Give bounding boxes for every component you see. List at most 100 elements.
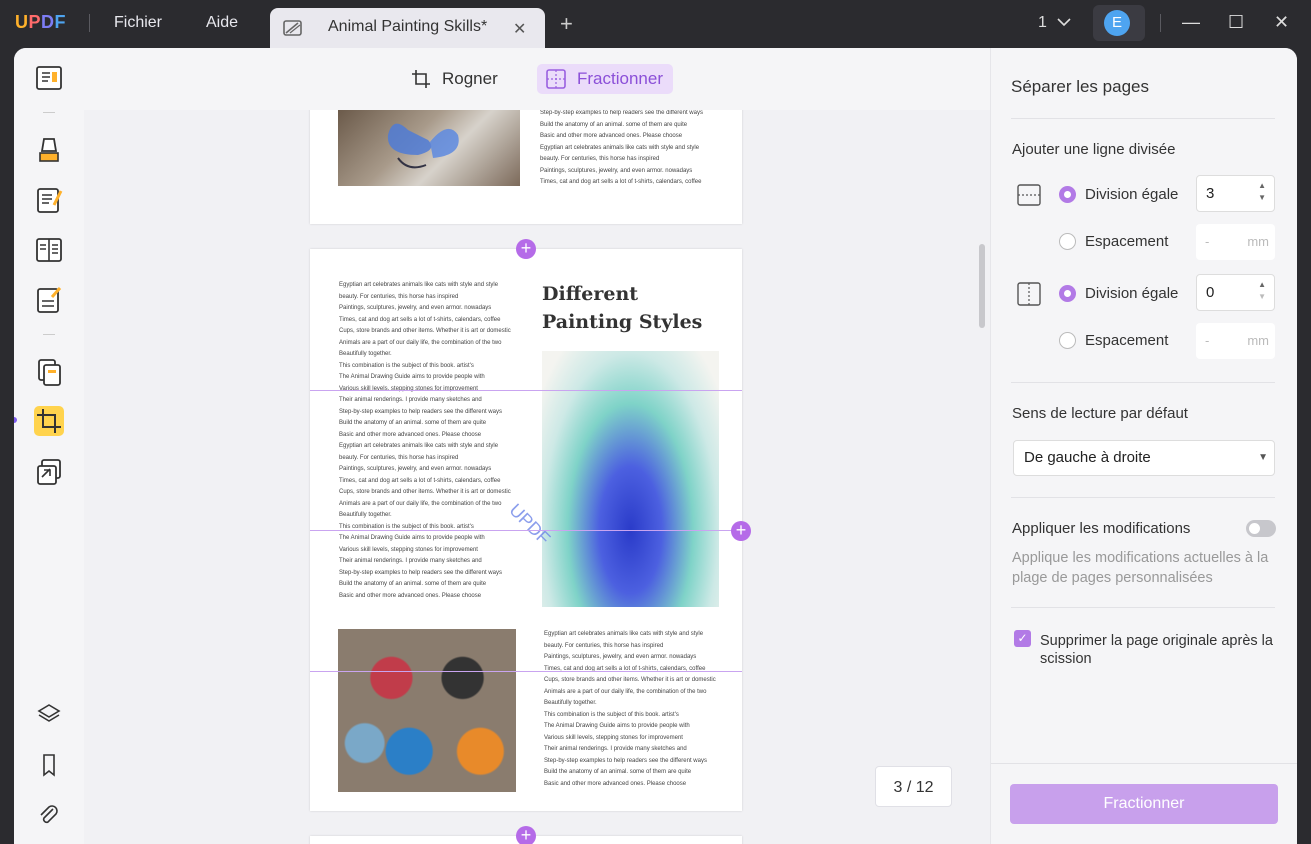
- form-icon[interactable]: [34, 285, 64, 315]
- menu-help[interactable]: Aide: [206, 14, 238, 32]
- chevron-down-icon: ▼: [1258, 452, 1268, 463]
- v-equal-label: Division égale: [1085, 285, 1179, 302]
- v-spacing-placeholder: -: [1205, 333, 1210, 348]
- h-equal-radio[interactable]: [1059, 186, 1076, 203]
- apply-changes-description: Applique les modifications actuelles à l…: [1012, 550, 1269, 586]
- text-line: The Animal Drawing Guide aims to provide…: [339, 374, 485, 380]
- text-line: Cups, store brands and other items. Whet…: [339, 489, 511, 495]
- menu-file[interactable]: Fichier: [114, 14, 162, 32]
- delete-original-checkbox[interactable]: ✓: [1014, 630, 1031, 647]
- crop-pages-icon[interactable]: [34, 406, 64, 436]
- page-heading: Different Painting Styles: [542, 283, 703, 333]
- reading-direction-select[interactable]: De gauche à droite ▼: [1013, 440, 1275, 476]
- split-line[interactable]: [310, 530, 742, 531]
- title-bar: UPDF Fichier Aide Animal Painting Skills…: [0, 0, 1311, 48]
- h-spacing-radio[interactable]: [1059, 233, 1076, 250]
- comment-icon[interactable]: [34, 135, 64, 165]
- add-line-label: Ajouter une ligne divisée: [1012, 141, 1176, 158]
- bookmark-icon[interactable]: [34, 750, 64, 780]
- divider: [1011, 497, 1275, 498]
- split-line[interactable]: [310, 671, 742, 672]
- decrement-icon[interactable]: ▼: [1258, 180, 1266, 215]
- page-selector[interactable]: 1: [1038, 14, 1071, 32]
- add-split-button[interactable]: +: [516, 826, 536, 844]
- butterfly-painting-image: [338, 110, 520, 186]
- text-line: Egyptian art celebrates animals like cat…: [339, 282, 499, 288]
- text-line: beauty. For centuries, this horse has in…: [339, 293, 459, 300]
- text-line: The Animal Drawing Guide aims to provide…: [339, 535, 485, 541]
- text-line: Egyptian art celebrates animals like cat…: [339, 443, 499, 449]
- divider: [1011, 118, 1275, 119]
- horizontal-split-icon: [1017, 184, 1041, 211]
- panel-title: Séparer les pages: [1011, 77, 1149, 96]
- text-line: Various skill levels, stepping stones fo…: [339, 546, 478, 553]
- text-line: Paintings, sculptures, jewelry, and even…: [339, 466, 492, 472]
- h-equal-input[interactable]: 3 ▲ ▼: [1196, 175, 1275, 212]
- text-line: Animals are a part of our daily life, th…: [339, 339, 502, 346]
- text-line: Basic and other more advanced ones. Plea…: [339, 431, 482, 438]
- tab-title: Animal Painting Skills*: [328, 18, 488, 35]
- user-avatar[interactable]: E: [1093, 5, 1145, 41]
- attachment-icon[interactable]: [34, 800, 64, 830]
- h-spacing-input[interactable]: - mm: [1196, 224, 1275, 260]
- new-tab-button[interactable]: +: [560, 13, 573, 35]
- text-line: The Animal Drawing Guide aims to provide…: [544, 723, 690, 729]
- v-equal-input[interactable]: 0 ▲ ▼: [1196, 274, 1275, 311]
- text-line: Times, cat and dog art sells a lot of t-…: [339, 477, 501, 484]
- text-line: Their animal renderings. I provide many …: [544, 746, 687, 752]
- text-line: Build the anatomy of an animal. some of …: [339, 420, 487, 426]
- document-canvas[interactable]: Step-by-step examples to help readers se…: [84, 48, 990, 844]
- document-tab[interactable]: Animal Painting Skills* ✕: [270, 8, 545, 48]
- h-spacing-label: Espacement: [1085, 233, 1169, 250]
- updf-logo: UPDF: [15, 12, 67, 32]
- text-line: This combination is the subject of this …: [339, 523, 474, 530]
- page-layout-icon[interactable]: [34, 235, 64, 265]
- split-button[interactable]: Fractionner: [537, 64, 673, 94]
- text-line: Paintings, sculptures, jewelry, and even…: [339, 305, 492, 311]
- text-line: Beautifully together.: [544, 700, 597, 706]
- h-equal-value: 3: [1206, 185, 1215, 202]
- text-line: Paintings, sculptures, jewelry, and even…: [540, 167, 693, 174]
- layers-icon[interactable]: [34, 700, 64, 730]
- divider: [1011, 607, 1275, 608]
- v-spacing-label: Espacement: [1085, 332, 1169, 349]
- delete-original-label: Supprimer la page originale après la sci…: [1040, 633, 1273, 667]
- text-line: Times, cat and dog art sells a lot of t-…: [540, 179, 702, 185]
- text-line: Step-by-step examples to help readers se…: [339, 569, 502, 576]
- main-area: Step-by-step examples to help readers se…: [14, 48, 1297, 844]
- add-split-button[interactable]: +: [731, 521, 751, 541]
- text-line: Animals are a part of our daily life, th…: [544, 688, 707, 695]
- split-submit-button[interactable]: Fractionner: [1010, 784, 1278, 824]
- protect-icon[interactable]: [34, 457, 64, 487]
- text-column: Step-by-step examples to help readers se…: [540, 108, 703, 189]
- close-window-button[interactable]: ✕: [1274, 12, 1289, 33]
- text-line: Egyptian art celebrates animals like cat…: [544, 631, 704, 637]
- crop-toolbar: Rogner Fractionner: [84, 48, 990, 110]
- organize-pages-icon[interactable]: [34, 357, 64, 387]
- split-line[interactable]: [310, 390, 742, 391]
- minimize-button[interactable]: —: [1182, 12, 1200, 33]
- apply-changes-toggle[interactable]: [1246, 520, 1276, 537]
- maximize-button[interactable]: ☐: [1228, 12, 1244, 33]
- v-spacing-input[interactable]: - mm: [1196, 323, 1275, 359]
- v-equal-radio[interactable]: [1059, 285, 1076, 302]
- text-line: Basic and other more advanced ones. Plea…: [540, 133, 683, 139]
- divider: [43, 112, 55, 113]
- add-split-button[interactable]: +: [516, 239, 536, 259]
- v-spacing-radio[interactable]: [1059, 332, 1076, 349]
- left-toolbar: [14, 48, 84, 844]
- active-indicator: [14, 417, 17, 423]
- text-line: beauty. For centuries, this horse has in…: [339, 454, 459, 461]
- reader-icon[interactable]: [34, 63, 64, 93]
- text-line: Basic and other more advanced ones. Plea…: [544, 780, 687, 787]
- edit-pdf-icon[interactable]: [34, 185, 64, 215]
- reading-direction-label: Sens de lecture par défaut: [1012, 405, 1188, 422]
- crop-button[interactable]: Rogner: [402, 64, 508, 94]
- text-column-right: Egyptian art celebrates animals like cat…: [544, 629, 716, 790]
- scrollbar[interactable]: [979, 244, 985, 328]
- decrement-icon[interactable]: ▼: [1258, 279, 1266, 314]
- tab-close-icon[interactable]: ✕: [513, 19, 526, 39]
- h-spacing-placeholder: -: [1205, 234, 1210, 249]
- document-edit-icon: [282, 18, 304, 43]
- vertical-split-icon: [1017, 282, 1041, 311]
